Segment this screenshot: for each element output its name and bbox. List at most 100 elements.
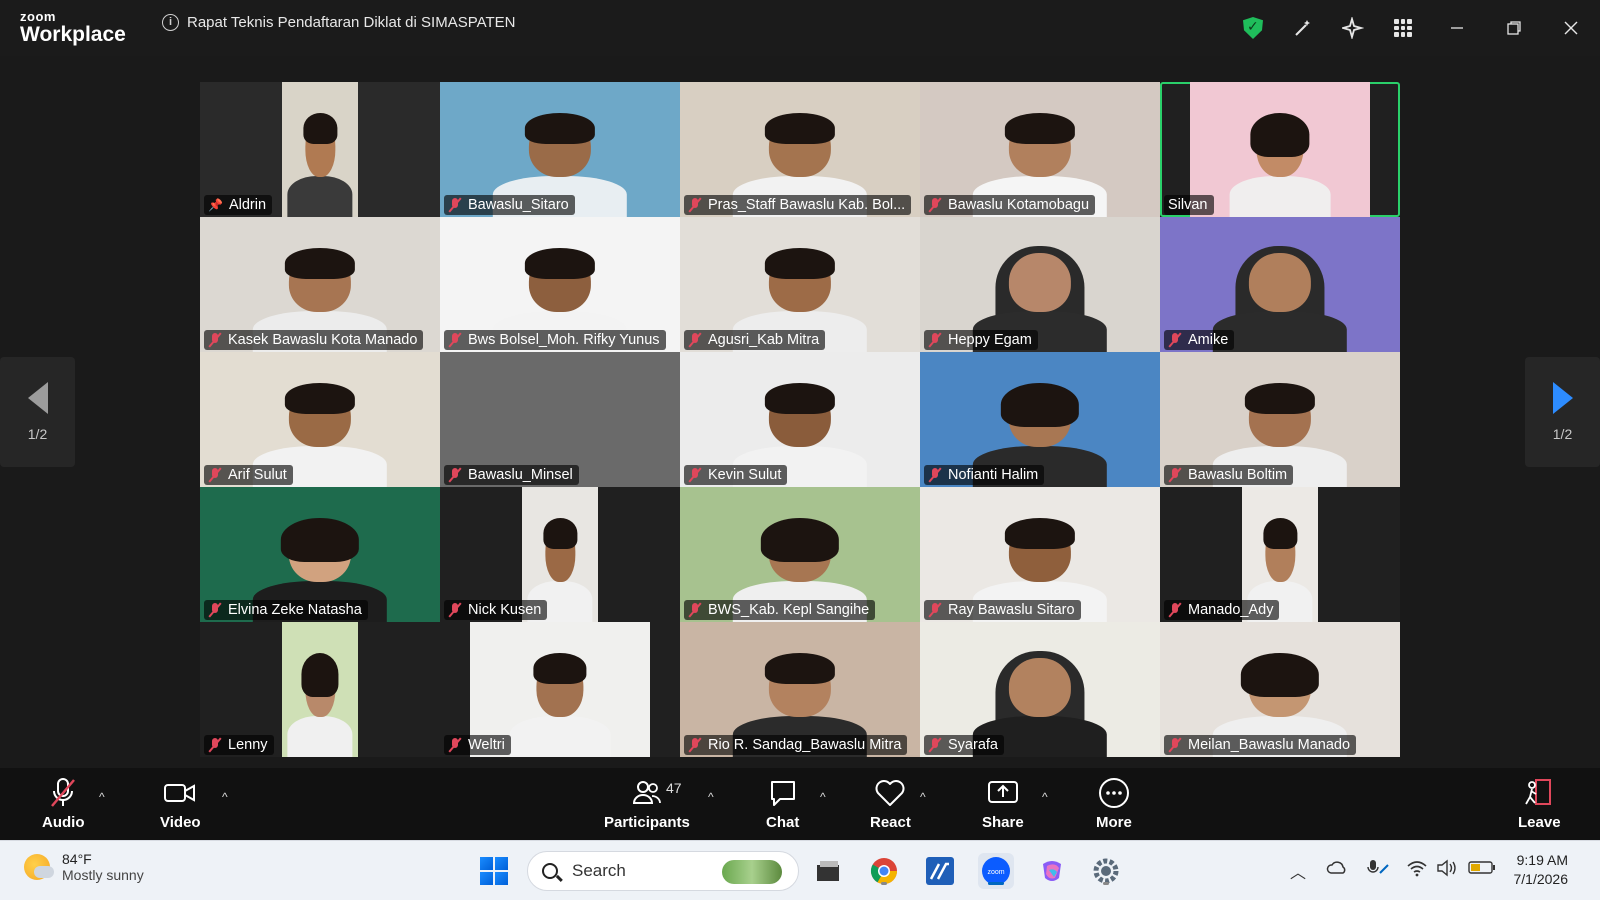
microphone-in-use-icon[interactable] — [1366, 859, 1390, 882]
security-shield-icon[interactable] — [1228, 0, 1278, 56]
participant-name: Lenny — [228, 737, 268, 753]
video-tile[interactable]: Heppy Egam — [920, 217, 1160, 352]
onedrive-cloud-icon[interactable] — [1326, 859, 1348, 880]
chat-options-caret-icon[interactable]: ^ — [820, 790, 826, 804]
video-tile[interactable]: Amike — [1160, 217, 1400, 352]
participant-name-tag: Agusri_Kab Mitra — [684, 330, 826, 350]
participant-silhouette — [287, 109, 353, 217]
video-tile[interactable]: Syarafa — [920, 622, 1160, 757]
participant-name-tag: Bws Bolsel_Moh. Rifky Yunus — [444, 330, 666, 350]
participant-name-tag: Kevin Sulut — [684, 465, 788, 485]
sparkle-icon[interactable] — [1328, 0, 1378, 56]
mic-muted-icon — [928, 602, 942, 618]
video-tile[interactable]: Nick Kusen — [440, 487, 680, 622]
meeting-toolbar: Audio ^ Video ^ 47 Participants ^ Chat ^ — [0, 768, 1600, 840]
video-tile[interactable]: Bawaslu Kotamobagu — [920, 82, 1160, 217]
file-explorer-app[interactable] — [810, 853, 846, 889]
video-tile[interactable]: Arif Sulut — [200, 352, 440, 487]
zoom-taskbar-app[interactable]: zoom — [978, 853, 1014, 889]
weather-sun-icon — [24, 854, 54, 880]
page-indicator-right: 1/2 — [1552, 426, 1573, 442]
video-tile[interactable]: Silvan — [1160, 82, 1400, 217]
video-tile[interactable]: Bawaslu_Sitaro — [440, 82, 680, 217]
taskbar-search[interactable]: Search — [527, 851, 799, 891]
react-options-caret-icon[interactable]: ^ — [920, 790, 926, 804]
video-tile[interactable]: Bawaslu Boltim — [1160, 352, 1400, 487]
mic-muted-icon — [208, 602, 222, 618]
share-button[interactable]: Share — [982, 776, 1024, 831]
restore-icon[interactable] — [1486, 0, 1542, 56]
video-tile[interactable]: Kevin Sulut — [680, 352, 920, 487]
audio-button[interactable]: Audio — [42, 776, 85, 831]
participant-name-tag: Pras_Staff Bawaslu Kab. Bol... — [684, 195, 912, 215]
previous-page-button[interactable]: 1/2 — [0, 357, 75, 467]
magic-wand-icon[interactable] — [1278, 0, 1328, 56]
chat-button[interactable]: Chat — [766, 776, 799, 831]
share-options-caret-icon[interactable]: ^ — [1042, 790, 1048, 804]
more-button[interactable]: More — [1096, 776, 1132, 831]
weather-widget[interactable]: 84°F Mostly sunny — [24, 851, 144, 883]
video-tile[interactable]: Weltri — [440, 622, 680, 757]
participant-name-tag: Bawaslu_Minsel — [444, 465, 579, 485]
temperature: 84°F — [62, 851, 92, 867]
video-options-caret-icon[interactable]: ^ — [222, 790, 228, 804]
video-tile[interactable]: Elvina Zeke Natasha — [200, 487, 440, 622]
taskbar-clock[interactable]: 9:19 AM 7/1/2026 — [1514, 851, 1569, 889]
start-button[interactable] — [476, 853, 512, 889]
leave-button[interactable]: Leave — [1518, 776, 1561, 831]
react-button[interactable]: React — [870, 776, 911, 831]
video-tile[interactable]: Pras_Staff Bawaslu Kab. Bol... — [680, 82, 920, 217]
copilot-app[interactable] — [1034, 853, 1070, 889]
video-tile[interactable]: Bws Bolsel_Moh. Rifky Yunus — [440, 217, 680, 352]
participant-name-tag: Elvina Zeke Natasha — [204, 600, 368, 620]
video-tile[interactable]: Nofianti Halim — [920, 352, 1160, 487]
video-tile[interactable]: Manado_Ady — [1160, 487, 1400, 622]
chrome-app[interactable] — [866, 853, 902, 889]
show-hidden-icons-icon[interactable]: ︿ — [1290, 859, 1306, 883]
meeting-title-area[interactable]: i Rapat Teknis Pendaftaran Diklat di SIM… — [162, 14, 515, 31]
video-tile[interactable]: 📌 Aldrin — [200, 82, 440, 217]
participants-button[interactable]: 47 Participants — [604, 776, 690, 831]
windows-logo-icon — [480, 857, 508, 885]
participants-options-caret-icon[interactable]: ^ — [708, 790, 714, 804]
next-page-button[interactable]: 1/2 — [1525, 357, 1600, 467]
video-tile[interactable]: Kasek Bawaslu Kota Manado — [200, 217, 440, 352]
minimize-icon[interactable] — [1428, 0, 1486, 56]
participant-name: Bawaslu_Sitaro — [468, 197, 569, 213]
battery-icon[interactable] — [1468, 859, 1496, 880]
running-indicator — [881, 882, 887, 885]
mic-muted-icon — [688, 467, 702, 483]
video-tile[interactable]: Lenny — [200, 622, 440, 757]
video-tile[interactable]: Bawaslu_Minsel — [440, 352, 680, 487]
title-bar: zoom Workplace i Rapat Teknis Pendaftara… — [0, 0, 1600, 56]
info-icon[interactable]: i — [162, 14, 179, 31]
participant-silhouette — [1229, 109, 1331, 217]
video-tile[interactable]: Rio R. Sandag_Bawaslu Mitra — [680, 622, 920, 757]
audio-options-caret-icon[interactable]: ^ — [99, 790, 105, 804]
windows-taskbar: 84°F Mostly sunny Search zoom ︿ 9:19 AM … — [0, 840, 1600, 900]
participants-icon: 47 — [632, 776, 682, 810]
participant-name-tag: Manado_Ady — [1164, 600, 1280, 620]
settings-app[interactable] — [1088, 853, 1124, 889]
video-button[interactable]: Video — [160, 776, 201, 831]
mic-muted-icon — [1168, 602, 1182, 618]
editor-app[interactable] — [922, 853, 958, 889]
video-tile[interactable]: Agusri_Kab Mitra — [680, 217, 920, 352]
wifi-icon[interactable] — [1406, 859, 1428, 882]
video-tile[interactable]: Meilan_Bawaslu Manado — [1160, 622, 1400, 757]
volume-icon[interactable] — [1436, 859, 1458, 882]
apps-grid-icon[interactable] — [1378, 0, 1428, 56]
video-tile[interactable]: Ray Bawaslu Sitaro — [920, 487, 1160, 622]
participant-name-tag: Lenny — [204, 735, 274, 755]
participant-name: Amike — [1188, 332, 1229, 348]
more-dots-icon — [1098, 776, 1130, 810]
video-tile[interactable]: BWS_Kab. Kepl Sangihe — [680, 487, 920, 622]
audio-label: Audio — [42, 814, 85, 831]
mic-muted-icon — [928, 332, 942, 348]
participant-name-tag: BWS_Kab. Kepl Sangihe — [684, 600, 876, 620]
participant-name: Agusri_Kab Mitra — [708, 332, 820, 348]
close-icon[interactable] — [1542, 0, 1600, 56]
participant-name-tag: Silvan — [1164, 195, 1214, 215]
arrow-right-icon — [1552, 382, 1573, 414]
participant-name-tag: Meilan_Bawaslu Manado — [1164, 735, 1357, 755]
